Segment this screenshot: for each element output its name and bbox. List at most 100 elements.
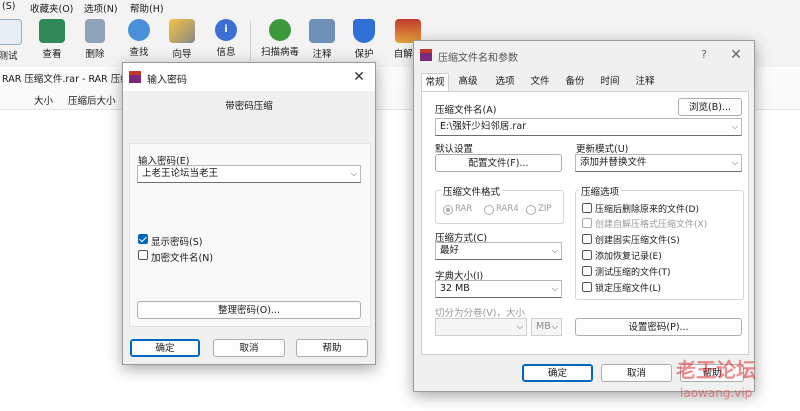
general-tab-panel: 压缩文件名(A) 浏览(B)... E:\强奸少妇邻居.rar ⌵ 默认设置 配… — [421, 91, 749, 355]
test-files-label: 测试压缩的文件(T) — [595, 268, 671, 278]
method-select[interactable]: 最好 ⌵ — [435, 242, 562, 260]
password-dialog-heading: 带密码压缩 — [225, 101, 273, 112]
archive-dialog-titlebar: 压缩文件名和参数 ? ✕ — [414, 41, 754, 69]
chevron-down-icon[interactable]: ⌵ — [732, 119, 738, 135]
book-icon — [39, 19, 65, 43]
solid-archive-checkbox[interactable] — [582, 234, 592, 244]
menu-item-help[interactable]: 帮助(H) — [130, 1, 164, 15]
cancel-button[interactable]: 取消 — [213, 339, 285, 357]
show-password-label: 显示密码(S) — [151, 237, 203, 248]
show-password-checkbox[interactable] — [138, 234, 148, 244]
comment-icon — [309, 19, 335, 43]
recovery-record-label: 添加恢复记录(E) — [595, 252, 662, 262]
set-password-button[interactable]: 设置密码(P)... — [575, 318, 742, 336]
create-sfx-checkbox[interactable] — [582, 218, 592, 228]
format-zip-radio[interactable] — [526, 205, 536, 215]
password-panel: 输入密码(E) 上老王论坛当老王 ⌵ 显示密码(S) 加密文件名(N) 整理密码… — [129, 143, 371, 327]
archive-format-group: 压缩文件格式 RAR RAR4 ZIP — [435, 184, 564, 224]
menu-item-s[interactable]: (S) — [2, 1, 15, 12]
toolbar-separator — [250, 21, 251, 61]
format-zip-label: ZIP — [538, 204, 552, 214]
magnifier-icon — [128, 19, 150, 41]
solid-archive-label: 创建固实压缩文件(S) — [595, 236, 680, 246]
toolbar-view-button[interactable]: 查看 — [28, 17, 76, 65]
format-rar4-label: RAR4 — [496, 204, 519, 214]
cancel-button[interactable]: 取消 — [601, 364, 672, 382]
archive-format-title: 压缩文件格式 — [441, 184, 503, 198]
bug-icon — [269, 19, 291, 41]
close-icon[interactable]: ✕ — [349, 67, 369, 87]
split-volumes-label: 切分为分卷(V)，大小 — [435, 308, 525, 319]
dict-size-select[interactable]: 32 MB ⌵ — [435, 280, 562, 298]
winrar-icon — [129, 71, 141, 83]
info-icon: i — [215, 19, 237, 41]
winrar-icon — [420, 49, 432, 61]
chevron-down-icon[interactable]: ⌵ — [552, 281, 558, 297]
delete-after-checkbox[interactable] — [582, 203, 592, 213]
tab-time[interactable]: 时间 — [597, 73, 623, 91]
column-packed-size[interactable]: 压缩后大小 — [68, 93, 116, 107]
menu-bar: (S) 收藏夹(O) 选项(N) 帮助(H) — [0, 0, 800, 15]
chevron-down-icon[interactable]: ⌵ — [517, 319, 523, 335]
help-question-icon[interactable]: ? — [694, 45, 714, 65]
chevron-down-icon[interactable]: ⌵ — [351, 166, 357, 182]
tab-advanced[interactable]: 高级 — [455, 73, 481, 91]
test-icon — [0, 19, 22, 45]
tab-files[interactable]: 文件 — [527, 73, 553, 91]
create-sfx-label: 创建自解压格式压缩文件(X) — [595, 220, 708, 230]
encrypt-names-label: 加密文件名(N) — [151, 253, 214, 264]
shield-icon — [353, 19, 375, 43]
toolbar-comment-button[interactable]: 注释 — [298, 17, 346, 65]
chevron-down-icon[interactable]: ⌵ — [732, 155, 738, 171]
password-dialog-title: 输入密码 — [147, 75, 187, 86]
ok-button[interactable]: 确定 — [130, 339, 200, 357]
password-dialog: 输入密码 ✕ 带密码压缩 输入密码(E) 上老王论坛当老王 ⌵ 显示密码(S) … — [122, 62, 376, 365]
menu-item-options[interactable]: 选项(N) — [84, 1, 118, 15]
format-rar4-radio[interactable] — [484, 205, 494, 215]
recovery-record-checkbox[interactable] — [582, 250, 592, 260]
close-icon[interactable]: ✕ — [726, 45, 746, 65]
archive-name-label: 压缩文件名(A) — [435, 105, 497, 116]
format-rar-label: RAR — [455, 204, 473, 214]
archive-options-group: 压缩选项 压缩后删除原来的文件(D) 创建自解压格式压缩文件(X) 创建固实压缩… — [575, 184, 744, 300]
archive-dialog-title: 压缩文件名和参数 — [438, 53, 518, 64]
test-files-checkbox[interactable] — [582, 266, 592, 276]
toolbar-scan-button[interactable]: 扫描病毒 — [256, 17, 304, 65]
update-mode-select[interactable]: 添加并替换文件 ⌵ — [575, 154, 742, 172]
split-unit-select[interactable]: MB ⌵ — [531, 318, 562, 336]
help-button[interactable]: 帮助 — [296, 339, 368, 357]
password-input[interactable]: 上老王论坛当老王 ⌵ — [137, 165, 361, 183]
toolbar-delete-button[interactable]: 删除 — [71, 17, 119, 65]
split-size-input[interactable]: ⌵ — [435, 318, 527, 336]
delete-after-label: 压缩后删除原来的文件(D) — [595, 205, 699, 215]
update-mode-label: 更新模式(U) — [576, 144, 629, 155]
toolbar-protect-button[interactable]: 保护 — [340, 17, 388, 65]
wand-icon — [169, 19, 195, 43]
watermark-url: laowang.vip — [680, 386, 753, 400]
organize-passwords-button[interactable]: 整理密码(O)... — [137, 301, 361, 319]
archive-name-input[interactable]: E:\强奸少妇邻居.rar ⌵ — [435, 118, 742, 136]
encrypt-names-checkbox[interactable] — [138, 250, 148, 260]
toolbar-info-button[interactable]: i 信息 — [202, 17, 250, 65]
tab-options[interactable]: 选项 — [492, 73, 518, 91]
chevron-down-icon[interactable]: ⌵ — [552, 319, 558, 335]
password-dialog-titlebar: 输入密码 ✕ — [123, 63, 375, 91]
archive-options-title: 压缩选项 — [579, 184, 622, 198]
chevron-down-icon[interactable]: ⌵ — [552, 243, 558, 259]
lock-archive-checkbox[interactable] — [582, 282, 592, 292]
archive-params-dialog: 压缩文件名和参数 ? ✕ 常规 高级 选项 文件 备份 时间 注释 压缩文件名(… — [413, 40, 755, 392]
column-size[interactable]: 大小 — [34, 93, 53, 107]
tab-comment[interactable]: 注释 — [632, 73, 658, 91]
menu-item-favorites[interactable]: 收藏夹(O) — [30, 1, 73, 15]
default-settings-label: 默认设置 — [435, 144, 474, 155]
format-rar-radio[interactable] — [443, 205, 453, 215]
profiles-button[interactable]: 配置文件(F)... — [435, 154, 562, 172]
browse-button[interactable]: 浏览(B)... — [678, 98, 742, 116]
tab-backup[interactable]: 备份 — [562, 73, 588, 91]
ok-button[interactable]: 确定 — [522, 364, 593, 382]
toolbar-wizard-button[interactable]: 向导 — [158, 17, 206, 65]
watermark: 老王论坛 — [676, 358, 756, 382]
lock-archive-label: 锁定压缩文件(L) — [595, 284, 662, 294]
tab-general[interactable]: 常规 — [421, 73, 449, 92]
toolbar-find-button[interactable]: 查找 — [115, 17, 163, 65]
